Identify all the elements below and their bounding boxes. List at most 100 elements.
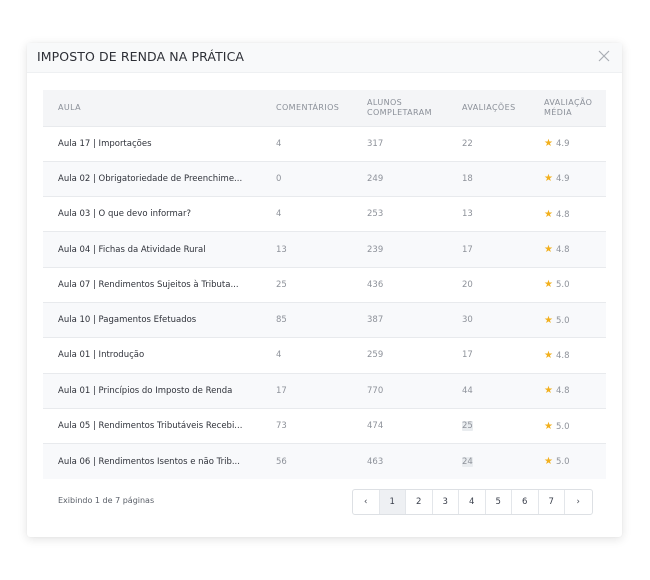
rating-value: 4.8 [555, 386, 570, 397]
cell-comentarios: 4 [276, 209, 282, 220]
header-avaliacoes[interactable]: AVALIAÇÕES [462, 90, 544, 126]
rating-value: 5.0 [555, 457, 570, 468]
cell-avaliacao-media: ★ 5.0 [544, 302, 606, 337]
cell-avaliacao-media: ★ 4.9 [544, 126, 606, 161]
cell-comentarios: 0 [276, 173, 282, 184]
cell-comentarios: 4 [276, 138, 282, 149]
cell-aula[interactable]: Aula 06 | Rendimentos Isentos e não Trib… [43, 444, 276, 479]
pagination: ‹ 1 2 3 4 5 6 7 › [352, 489, 593, 515]
page-button-4[interactable]: 4 [459, 490, 486, 514]
avaliacoes-value: 17 [462, 244, 473, 255]
cell-comentarios: 17 [276, 385, 287, 396]
avaliacoes-value: 18 [462, 173, 473, 184]
cell-comentarios: 25 [276, 279, 287, 290]
cell-aula[interactable]: Aula 01 | Princípios do Imposto de Renda [43, 373, 276, 408]
cell-comentarios: 13 [276, 244, 287, 255]
cell-alunos: 770 [367, 385, 384, 396]
cell-avaliacao-media: ★ 4.8 [544, 197, 606, 232]
rating-value: 4.9 [555, 139, 570, 150]
cell-avaliacoes: 25 [462, 408, 544, 443]
star-icon: ★ [544, 385, 553, 397]
cell-alunos: 387 [367, 315, 384, 326]
next-page-button[interactable]: › [565, 490, 592, 514]
star-icon: ★ [544, 208, 553, 220]
page-button-5[interactable]: 5 [486, 490, 512, 514]
rating-value: 5.0 [555, 315, 570, 326]
close-icon [598, 50, 610, 62]
cell-comentarios: 4 [276, 350, 282, 361]
page-button-6[interactable]: 6 [512, 490, 539, 514]
cell-aula[interactable]: Aula 02 | Obrigatoriedade de Preenchime.… [43, 161, 276, 196]
cell-avaliacoes: 22 [462, 126, 544, 161]
header-alunos-completaram[interactable]: ALUNOS COMPLETARAM [367, 90, 462, 126]
cell-aula[interactable]: Aula 03 | O que devo informar? [43, 197, 276, 232]
cell-aula[interactable]: Aula 10 | Pagamentos Efetuados [43, 302, 276, 337]
avaliacoes-value: 24 [462, 456, 473, 467]
header-avaliacao-media[interactable]: AVALIAÇÃO MÉDIA [544, 90, 606, 126]
table-row[interactable]: Aula 07 | Rendimentos Sujeitos à Tributa… [43, 267, 606, 302]
rating-value: 4.8 [555, 209, 570, 220]
table-row[interactable]: Aula 05 | Rendimentos Tributáveis Recebi… [43, 408, 606, 443]
prev-page-button[interactable]: ‹ [353, 490, 380, 514]
cell-avaliacao-media: ★ 5.0 [544, 444, 606, 479]
star-icon: ★ [544, 244, 553, 256]
cell-aula[interactable]: Aula 04 | Fichas da Atividade Rural [43, 232, 276, 267]
cell-avaliacoes: 24 [462, 444, 544, 479]
cell-avaliacoes: 17 [462, 232, 544, 267]
avaliacoes-value: 13 [462, 209, 473, 220]
rating-value: 5.0 [555, 421, 570, 432]
avaliacoes-value: 30 [462, 315, 473, 326]
rating-value: 4.8 [555, 245, 570, 256]
header-aula[interactable]: AULA [43, 90, 276, 126]
cell-aula[interactable]: Aula 05 | Rendimentos Tributáveis Recebi… [43, 408, 276, 443]
page-button-1[interactable]: 1 [379, 490, 406, 514]
cell-avaliacao-media: ★ 5.0 [544, 408, 606, 443]
cell-alunos: 259 [367, 350, 384, 361]
modal-header: IMPOSTO DE RENDA NA PRÁTICA [27, 43, 622, 73]
cell-avaliacoes: 30 [462, 302, 544, 337]
page-button-3[interactable]: 3 [433, 490, 459, 514]
cell-comentarios: 85 [276, 315, 287, 326]
cell-alunos: 474 [367, 421, 384, 432]
cell-avaliacao-media: ★ 4.8 [544, 232, 606, 267]
rating-value: 4.9 [555, 174, 570, 185]
cell-alunos: 436 [367, 279, 384, 290]
cell-aula[interactable]: Aula 07 | Rendimentos Sujeitos à Tributa… [43, 267, 276, 302]
cell-avaliacoes: 18 [462, 161, 544, 196]
modal-title: IMPOSTO DE RENDA NA PRÁTICA [37, 49, 245, 64]
star-icon: ★ [544, 420, 553, 432]
cell-aula[interactable]: Aula 01 | Introdução [43, 338, 276, 373]
table-row[interactable]: Aula 06 | Rendimentos Isentos e não Trib… [43, 443, 606, 479]
page-button-2[interactable]: 2 [406, 490, 433, 514]
avaliacoes-value: 44 [462, 385, 473, 396]
lessons-table-container: AULA COMENTÁRIOS ALUNOS COMPLETARAM AVAL… [43, 90, 606, 479]
lessons-table: AULA COMENTÁRIOS ALUNOS COMPLETARAM AVAL… [43, 90, 606, 479]
cell-avaliacao-media: ★ 4.9 [544, 161, 606, 196]
star-icon: ★ [544, 279, 553, 291]
star-icon: ★ [544, 138, 553, 150]
avaliacoes-value: 22 [462, 138, 473, 149]
header-comentarios[interactable]: COMENTÁRIOS [276, 90, 367, 126]
page-button-7[interactable]: 7 [539, 490, 565, 514]
cell-comentarios: 56 [276, 456, 287, 467]
table-row[interactable]: Aula 10 | Pagamentos Efetuados 85 387 30 ★ 5.… [43, 302, 606, 338]
cell-aula[interactable]: Aula 17 | Importações [43, 126, 276, 161]
star-icon: ★ [544, 456, 553, 468]
table-header-row: AULA COMENTÁRIOS ALUNOS COMPLETARAM AVAL… [43, 90, 606, 126]
table-row[interactable]: Aula 03 | O que devo informar? 4 253 13 ★ 4.8 [43, 196, 606, 232]
rating-value: 4.8 [555, 350, 570, 361]
close-button[interactable] [596, 48, 612, 64]
cell-avaliacoes: 17 [462, 338, 544, 373]
table-row[interactable]: Aula 17 | Importações 4 317 22 ★ 4.9 [43, 126, 606, 161]
table-row[interactable]: Aula 02 | Obrigatoriedade de Preenchime.… [43, 161, 606, 197]
table-row[interactable]: Aula 01 | Princípios do Imposto de Renda… [43, 373, 606, 409]
star-icon: ★ [544, 314, 553, 326]
rating-value: 5.0 [555, 280, 570, 291]
table-row[interactable]: Aula 04 | Fichas da Atividade Rural 13 239… [43, 231, 606, 268]
cell-avaliacao-media: ★ 4.8 [544, 338, 606, 373]
avaliacoes-value: 25 [462, 421, 473, 432]
cell-comentarios: 73 [276, 421, 287, 432]
cell-avaliacoes: 20 [462, 267, 544, 302]
table-row[interactable]: Aula 01 | Introdução 4 259 17 ★ 4.8 [43, 337, 606, 373]
cell-alunos: 239 [367, 244, 384, 255]
